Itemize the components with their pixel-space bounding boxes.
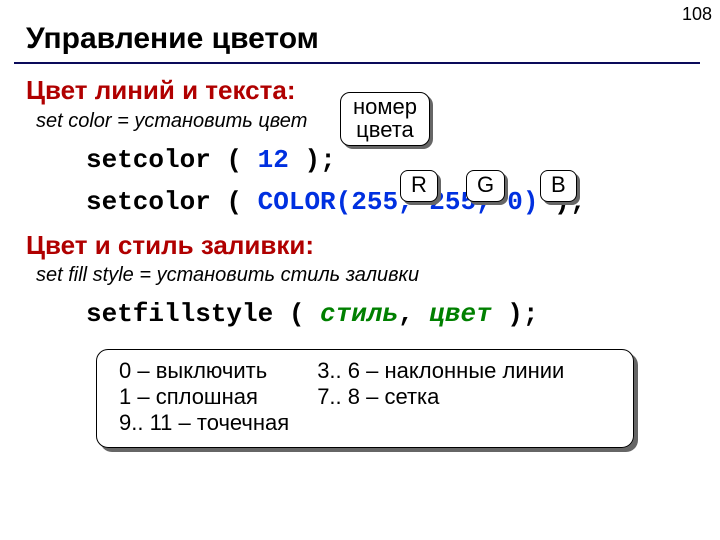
paren-close: );: [492, 299, 539, 329]
fill-style-legend: 0 – выключить 1 – сплошная 9.. 11 – точе…: [96, 349, 634, 448]
paren-open: (: [211, 187, 258, 217]
kw-setcolor: setcolor: [86, 187, 211, 217]
legend-col1: 0 – выключить 1 – сплошная 9.. 11 – точе…: [119, 358, 289, 437]
number-12: 12: [258, 145, 289, 175]
slide-content: номер цвета Цвет линий и текста: set col…: [0, 74, 720, 448]
kw-setcolor: setcolor: [86, 145, 211, 175]
legend-7-8: 7.. 8 – сетка: [317, 384, 564, 410]
title-underline: [14, 62, 700, 64]
legend-col2: 3.. 6 – наклонные линии 7.. 8 – сетка: [317, 358, 564, 437]
paren-open: (: [273, 299, 320, 329]
arg-style: стиль: [320, 299, 398, 329]
legend-0: 0 – выключить: [119, 358, 289, 384]
arg-color: цвет: [429, 299, 491, 329]
page-number: 108: [682, 4, 712, 25]
comma: ,: [398, 299, 429, 329]
code-setcolor-rgb: setcolor ( COLOR(255, 255, 0) );: [86, 186, 694, 219]
def-set-fill-style: set fill style = установить стиль заливк…: [36, 263, 694, 288]
callout-line1: номер: [353, 94, 417, 119]
callout-color-number: номер цвета: [340, 92, 430, 146]
slide-title: Управление цветом: [0, 0, 720, 62]
callout-line2: цвета: [356, 117, 414, 142]
kw-setfillstyle: setfillstyle: [86, 299, 273, 329]
legend-3-6: 3.. 6 – наклонные линии: [317, 358, 564, 384]
callout-g: G: [466, 170, 505, 202]
code-setfillstyle: setfillstyle ( стиль, цвет );: [86, 298, 694, 331]
legend-1: 1 – сплошная: [119, 384, 289, 410]
callout-b: B: [540, 170, 577, 202]
paren-open: (: [211, 145, 258, 175]
paren-close: );: [289, 145, 336, 175]
callout-r: R: [400, 170, 438, 202]
legend-9-11: 9.. 11 – точечная: [119, 410, 289, 436]
section-fill-style: Цвет и стиль заливки:: [26, 229, 694, 262]
code-setcolor-12: setcolor ( 12 );: [86, 144, 694, 177]
